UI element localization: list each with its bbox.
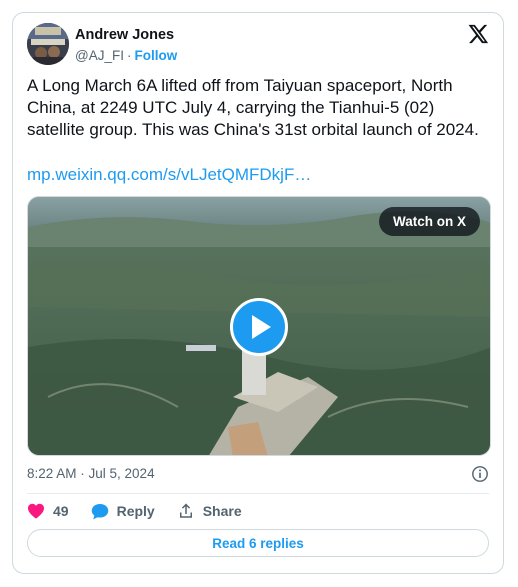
author-handle-row: @AJ_FI · Follow [75,48,177,63]
author-handle[interactable]: @AJ_FI [75,48,124,63]
reply-bubble-icon [91,503,108,519]
play-icon [252,315,271,339]
tweet-link[interactable]: mp.weixin.qq.com/s/vLJetQMFDkjF… [27,164,311,186]
tweet-text: A Long March 6A lifted off from Taiyuan … [27,76,479,139]
reply-button[interactable]: Reply [91,503,155,520]
divider [27,493,489,494]
heart-icon [28,503,44,519]
read-replies-label: Read 6 replies [212,535,304,551]
reply-label: Reply [116,503,155,519]
watch-on-x-button[interactable]: Watch on X [379,207,480,236]
play-button[interactable] [230,298,288,356]
follow-button[interactable]: Follow [134,48,177,63]
separator-dot: · [126,48,132,63]
share-button[interactable]: Share [177,502,242,520]
tweet-card: Andrew Jones @AJ_FI · Follow A Long March … [12,12,504,574]
x-logo-icon[interactable] [467,23,489,45]
share-label: Share [202,503,242,519]
share-upload-icon [179,503,192,518]
action-bar: 49 Reply Share [27,501,264,521]
like-button[interactable]: 49 [27,503,69,519]
like-count: 49 [53,503,69,519]
video-player[interactable]: Watch on X [27,196,491,456]
author-name[interactable]: Andrew Jones [75,27,174,43]
info-icon[interactable] [471,465,489,483]
avatar[interactable] [27,23,69,65]
read-replies-button[interactable]: Read 6 replies [27,529,489,557]
timestamp[interactable]: 8:22 AM · Jul 5, 2024 [27,466,155,481]
